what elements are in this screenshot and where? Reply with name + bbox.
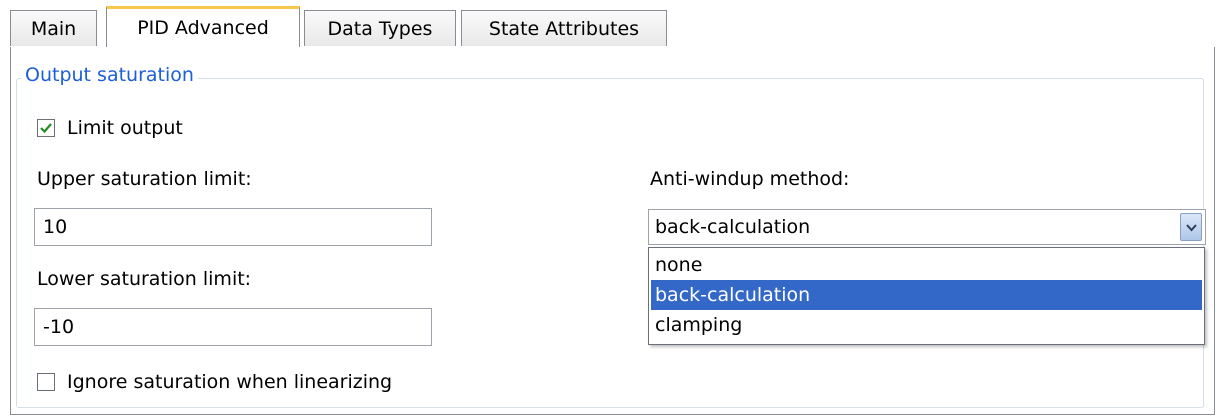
ignore-saturation-checkbox[interactable]	[37, 373, 55, 391]
group-title: Output saturation	[21, 63, 198, 87]
tab-main[interactable]: Main	[10, 10, 97, 46]
tab-bar: Main PID Advanced Data Types State Attri…	[10, 0, 1215, 48]
anti-windup-dropdown-list: none back-calculation clamping	[648, 247, 1205, 345]
ignore-saturation-label: Ignore saturation when linearizing	[67, 371, 393, 393]
tab-pid-advanced[interactable]: PID Advanced	[106, 6, 300, 48]
option-back-calculation[interactable]: back-calculation	[651, 280, 1202, 310]
limit-output-checkbox[interactable]	[37, 119, 55, 137]
dropdown-button[interactable]	[1180, 213, 1202, 241]
lower-saturation-label: Lower saturation limit:	[37, 268, 252, 290]
tab-state-attributes[interactable]: State Attributes	[461, 10, 667, 46]
tab-data-types-label: Data Types	[327, 18, 433, 40]
tab-data-types[interactable]: Data Types	[304, 10, 456, 46]
upper-saturation-value: 10	[43, 216, 68, 238]
option-none-label: none	[655, 254, 703, 276]
lower-saturation-value: -10	[43, 316, 75, 338]
option-none[interactable]: none	[651, 250, 1202, 280]
option-back-calculation-label: back-calculation	[655, 284, 811, 306]
tab-state-attributes-label: State Attributes	[488, 18, 640, 40]
option-clamping[interactable]: clamping	[651, 310, 1202, 340]
anti-windup-label: Anti-windup method:	[650, 168, 850, 190]
chevron-down-icon	[1186, 224, 1197, 232]
upper-saturation-label: Upper saturation limit:	[37, 168, 252, 190]
anti-windup-selected-value: back-calculation	[655, 216, 811, 238]
anti-windup-select[interactable]: back-calculation	[648, 209, 1206, 245]
upper-saturation-input[interactable]: 10	[34, 208, 432, 246]
tab-main-label: Main	[30, 18, 77, 40]
option-clamping-label: clamping	[655, 314, 743, 336]
lower-saturation-input[interactable]: -10	[34, 308, 432, 346]
limit-output-label: Limit output	[67, 117, 183, 139]
checkmark-icon	[40, 123, 52, 134]
tab-pid-advanced-label: PID Advanced	[137, 17, 269, 39]
